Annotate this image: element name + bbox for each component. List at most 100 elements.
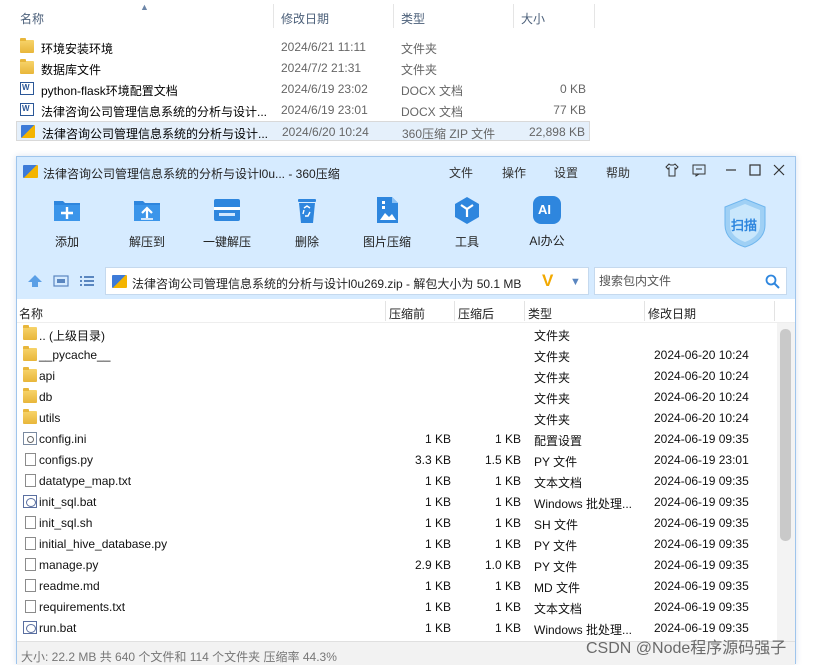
- item-modified: 2024-06-19 09:35: [654, 579, 749, 593]
- search-icon[interactable]: [765, 274, 780, 289]
- search-box[interactable]: [594, 267, 787, 295]
- close-icon[interactable]: [769, 162, 789, 182]
- explorer-row[interactable]: 法律咨询公司管理信息系统的分析与设计... 2024/6/19 23:01 DO…: [16, 100, 590, 120]
- item-modified: 2024-06-19 09:35: [654, 495, 749, 509]
- chevron-down-icon[interactable]: ▼: [570, 276, 581, 288]
- vertical-scrollbar[interactable]: [777, 323, 795, 641]
- file-icon: [25, 474, 36, 487]
- recycle-bin-icon: [291, 195, 323, 225]
- extract-to-icon: [131, 195, 163, 225]
- list-item[interactable]: manage.py 2.9 KB 1.0 KB PY 文件 2024-06-19 09:…: [17, 554, 777, 575]
- window-title: 法律咨询公司管理信息系统的分析与设计l0u... - 360压缩: [43, 167, 340, 181]
- archive-path: 法律咨询公司管理信息系统的分析与设计l0u269.zip - 解包大小为 50.…: [132, 277, 522, 291]
- extract-to-button[interactable]: 解压到: [117, 195, 177, 250]
- address-bar: 法律咨询公司管理信息系统的分析与设计l0u269.zip - 解包大小为 50.…: [17, 261, 795, 299]
- list-item[interactable]: readme.md 1 KB 1 KB MD 文件 2024-06-19 09:35: [17, 575, 777, 596]
- item-type: Windows 批处理...: [534, 497, 633, 511]
- delete-button[interactable]: 删除: [277, 195, 337, 250]
- column-divider[interactable]: [774, 301, 775, 321]
- list-item[interactable]: utils 文件夹 2024-06-20 10:24: [17, 407, 777, 428]
- menu-help[interactable]: 帮助: [606, 164, 630, 181]
- docx-icon: [20, 82, 34, 95]
- col-before[interactable]: 压缩前: [389, 305, 425, 322]
- skin-shirt-icon[interactable]: [662, 162, 682, 182]
- item-size-before: 1 KB: [424, 579, 451, 593]
- list-item[interactable]: datatype_map.txt 1 KB 1 KB 文本文档 2024-06-19 0…: [17, 470, 777, 491]
- item-size-before: 1 KB: [424, 495, 451, 509]
- delete-label: 删除: [294, 235, 319, 249]
- list-item[interactable]: .. (上级目录) 文件夹: [17, 323, 777, 344]
- tools-button[interactable]: 工具: [437, 195, 497, 250]
- title-bar[interactable]: 法律咨询公司管理信息系统的分析与设计l0u... - 360压缩 文件 操作 设…: [17, 157, 795, 187]
- explorer-col-name[interactable]: 名称: [20, 10, 44, 27]
- file-icon: [25, 537, 36, 550]
- item-modified: 2024-06-19 09:35: [654, 600, 749, 614]
- status-text: 大小: 22.2 MB 共 640 个文件和 114 个文件夹 压缩率 44.3…: [21, 650, 337, 664]
- menu-file[interactable]: 文件: [449, 164, 473, 181]
- explorer-row-selected[interactable]: 法律咨询公司管理信息系统的分析与设计... 2024/6/20 10:24 36…: [16, 121, 590, 141]
- image-compress-button[interactable]: 图片压缩: [357, 195, 417, 250]
- add-icon: [51, 195, 83, 225]
- list-header: 名称 压缩前 压缩后 类型 修改日期: [17, 299, 795, 323]
- column-divider[interactable]: [393, 4, 394, 28]
- one-click-extract-icon: [211, 195, 243, 225]
- item-size-before: 1 KB: [424, 600, 451, 614]
- col-after[interactable]: 压缩后: [458, 305, 494, 322]
- explorer-col-size[interactable]: 大小: [521, 10, 545, 27]
- explorer-col-type[interactable]: 类型: [401, 10, 425, 27]
- col-modified[interactable]: 修改日期: [648, 305, 696, 322]
- item-modified: 2024-06-19 09:35: [654, 537, 749, 551]
- feedback-icon[interactable]: [689, 162, 709, 182]
- item-type: 文件夹: [534, 371, 571, 385]
- v-logo-icon[interactable]: V: [542, 271, 553, 291]
- list-item[interactable]: requirements.txt 1 KB 1 KB 文本文档 2024-06-19 0…: [17, 596, 777, 617]
- scan-button[interactable]: 扫描: [721, 197, 769, 249]
- column-divider[interactable]: [644, 301, 645, 321]
- col-type[interactable]: 类型: [528, 305, 552, 322]
- menu-operate[interactable]: 操作: [502, 164, 526, 181]
- folder-icon: [20, 38, 34, 53]
- ai-office-button[interactable]: AI AI办公: [517, 195, 577, 249]
- explorer-row[interactable]: 环境安装环境 2024/6/21 11:11 文件夹: [16, 37, 590, 57]
- add-button[interactable]: 添加: [37, 195, 97, 250]
- column-divider[interactable]: [594, 4, 595, 28]
- list-item[interactable]: __pycache__ 文件夹 2024-06-20 10:24: [17, 344, 777, 365]
- column-divider[interactable]: [454, 301, 455, 321]
- item-name: requirements.txt: [39, 600, 126, 614]
- column-divider[interactable]: [273, 4, 274, 28]
- list-item[interactable]: configs.py 3.3 KB 1.5 KB PY 文件 2024-06-19 23…: [17, 449, 777, 470]
- path-box[interactable]: 法律咨询公司管理信息系统的分析与设计l0u269.zip - 解包大小为 50.…: [105, 267, 589, 295]
- batch-file-icon: [23, 495, 37, 508]
- list-item[interactable]: config.ini 1 KB 1 KB 配置设置 2024-06-19 09:35: [17, 428, 777, 449]
- list-item[interactable]: db 文件夹 2024-06-20 10:24: [17, 386, 777, 407]
- scrollbar-thumb[interactable]: [780, 329, 791, 541]
- thumbnail-view-icon[interactable]: [53, 274, 69, 288]
- item-name: manage.py: [39, 558, 99, 572]
- explorer-row[interactable]: python-flask环境配置文档 2024/6/19 23:02 DOCX …: [16, 79, 590, 99]
- item-size-before: 3.3 KB: [414, 453, 451, 467]
- list-view-icon[interactable]: [79, 274, 95, 288]
- item-type: 文件夹: [534, 350, 571, 364]
- zip-window: 法律咨询公司管理信息系统的分析与设计l0u... - 360压缩 文件 操作 设…: [16, 156, 796, 665]
- explorer-row[interactable]: 数据库文件 2024/7/2 21:31 文件夹: [16, 58, 590, 78]
- minimize-icon[interactable]: [721, 162, 741, 182]
- list-item[interactable]: init_sql.sh 1 KB 1 KB SH 文件 2024-06-19 09:35: [17, 512, 777, 533]
- image-compress-icon: [371, 195, 403, 225]
- col-name[interactable]: 名称: [19, 305, 43, 322]
- column-divider[interactable]: [513, 4, 514, 28]
- explorer-row-date: 2024/7/2 21:31: [281, 61, 362, 75]
- explorer-col-modified[interactable]: 修改日期: [281, 10, 329, 27]
- app-icon: [23, 165, 38, 178]
- column-divider[interactable]: [385, 301, 386, 321]
- list-item[interactable]: initial_hive_database.py 1 KB 1 KB PY 文件 202…: [17, 533, 777, 554]
- menu-settings[interactable]: 设置: [554, 164, 578, 181]
- search-input[interactable]: [599, 273, 759, 289]
- list-item[interactable]: api 文件夹 2024-06-20 10:24: [17, 365, 777, 386]
- one-click-extract-button[interactable]: 一键解压: [197, 195, 257, 250]
- maximize-icon[interactable]: [745, 162, 765, 182]
- folder-icon: [23, 325, 37, 340]
- column-divider[interactable]: [524, 301, 525, 321]
- up-arrow-icon[interactable]: [27, 274, 43, 288]
- item-modified: 2024-06-19 09:35: [654, 474, 749, 488]
- list-item[interactable]: init_sql.bat 1 KB 1 KB Windows 批处理... 2024-0…: [17, 491, 777, 512]
